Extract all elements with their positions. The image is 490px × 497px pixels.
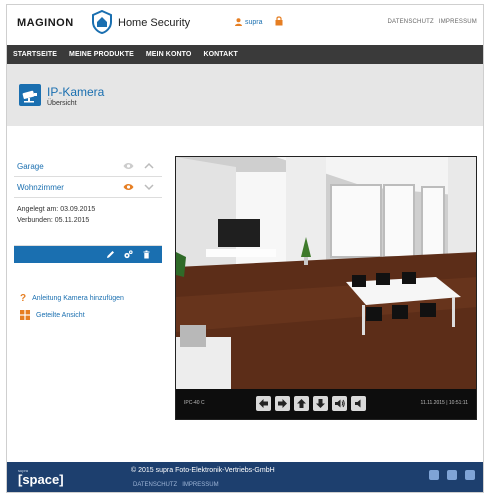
page-header: IP-Kamera Übersicht <box>7 64 483 126</box>
footer-link-datenschutz[interactable]: DATENSCHUTZ <box>133 482 177 488</box>
device-list: Garage Wohnzimmer Angelegt am: 03.09.201… <box>14 156 162 263</box>
camera-model-label: IPC-40 C <box>184 400 205 406</box>
camera-control-bar: IPC-40 C 11.11.2015 | 10:51:11 <box>176 389 476 419</box>
question-icon: ? <box>20 293 27 304</box>
logout-lock-icon[interactable] <box>275 16 283 26</box>
arrow-right-icon <box>278 399 287 408</box>
facebook-icon[interactable] <box>429 470 439 480</box>
volume-icon <box>355 399 361 408</box>
speaker-button[interactable] <box>332 396 347 411</box>
grid-icon <box>20 310 30 320</box>
footer-links: DATENSCHUTZ IMPRESSUM <box>133 482 219 488</box>
device-item-wohnzimmer[interactable]: Wohnzimmer <box>14 177 162 198</box>
link-impressum[interactable]: IMPRESSUM <box>439 19 477 25</box>
user-icon <box>235 18 242 26</box>
app-frame: MAGINON Home Security supra DATENSCHUTZ … <box>6 4 484 493</box>
camera-controls <box>256 396 366 411</box>
tilt-up-button[interactable] <box>294 396 309 411</box>
connected-date: Verbunden: 05.11.2015 <box>17 217 90 224</box>
device-action-bar <box>14 246 162 263</box>
shield-logo-icon <box>92 10 112 34</box>
social-links <box>429 470 475 480</box>
svg-text:[space]: [space] <box>18 472 64 487</box>
arrow-left-icon <box>259 399 268 408</box>
tilt-down-button[interactable] <box>313 396 328 411</box>
microphone-button[interactable] <box>351 396 366 411</box>
device-name: Wohnzimmer <box>17 182 64 192</box>
device-name: Garage <box>17 161 44 171</box>
twitter-icon[interactable] <box>465 470 475 480</box>
youtube-icon[interactable] <box>447 470 457 480</box>
add-camera-help-link[interactable]: ? Anleitung Kamera hinzufügen <box>20 293 124 304</box>
camera-icon <box>19 84 41 106</box>
device-details: Angelegt am: 03.09.2015 Verbunden: 05.11… <box>14 198 162 246</box>
copyright-text: © 2015 supra Foto-Elektronik-Vertriebs-G… <box>131 467 275 474</box>
nav-item-startseite[interactable]: STARTSEITE <box>13 51 57 58</box>
arrow-up-icon <box>297 399 306 408</box>
main-nav: STARTSEITE MEINE PRODUKTE MEIN KONTO KON… <box>7 45 483 64</box>
link-datenschutz[interactable]: DATENSCHUTZ <box>387 19 433 25</box>
camera-live-view[interactable]: IPC-40 C 11.11.2015 | 10:51:11 <box>175 156 477 420</box>
eye-icon[interactable] <box>123 162 134 170</box>
footer-link-impressum[interactable]: IMPRESSUM <box>182 482 218 488</box>
nav-item-meine-produkte[interactable]: MEINE PRODUKTE <box>69 51 134 58</box>
footer: supra [space] © 2015 supra Foto-Elektron… <box>7 462 483 492</box>
nav-item-mein-konto[interactable]: MEIN KONTO <box>146 51 192 58</box>
edit-pencil-icon[interactable] <box>106 250 115 259</box>
page-title: IP-Kamera <box>47 85 105 99</box>
settings-gears-icon[interactable] <box>124 250 133 259</box>
space-logo[interactable]: supra [space] <box>15 467 73 489</box>
pan-left-button[interactable] <box>256 396 271 411</box>
camera-image <box>176 157 476 391</box>
top-links: DATENSCHUTZ IMPRESSUM <box>387 19 477 25</box>
chevron-down-icon[interactable] <box>144 183 154 191</box>
nav-item-kontakt[interactable]: KONTAKT <box>203 51 237 58</box>
eye-icon[interactable] <box>123 183 134 191</box>
pan-right-button[interactable] <box>275 396 290 411</box>
chevron-up-icon[interactable] <box>144 162 154 170</box>
speaker-icon <box>335 399 345 408</box>
top-header: MAGINON Home Security supra DATENSCHUTZ … <box>7 5 483 41</box>
device-item-garage[interactable]: Garage <box>14 156 162 177</box>
added-date: Angelegt am: 03.09.2015 <box>17 206 96 213</box>
brand-subtitle: Home Security <box>118 17 191 29</box>
user-menu[interactable]: supra <box>235 18 263 26</box>
shared-view-link[interactable]: Geteilte Ansicht <box>20 310 85 320</box>
shared-view-label: Geteilte Ansicht <box>36 311 85 319</box>
brand-logo[interactable]: MAGINON <box>17 17 74 29</box>
delete-trash-icon[interactable] <box>142 250 151 259</box>
arrow-down-icon <box>316 399 325 408</box>
username: supra <box>245 18 263 26</box>
add-camera-label: Anleitung Kamera hinzufügen <box>32 295 124 302</box>
camera-timestamp: 11.11.2015 | 10:51:11 <box>420 400 468 406</box>
page-subtitle: Übersicht <box>47 100 77 107</box>
